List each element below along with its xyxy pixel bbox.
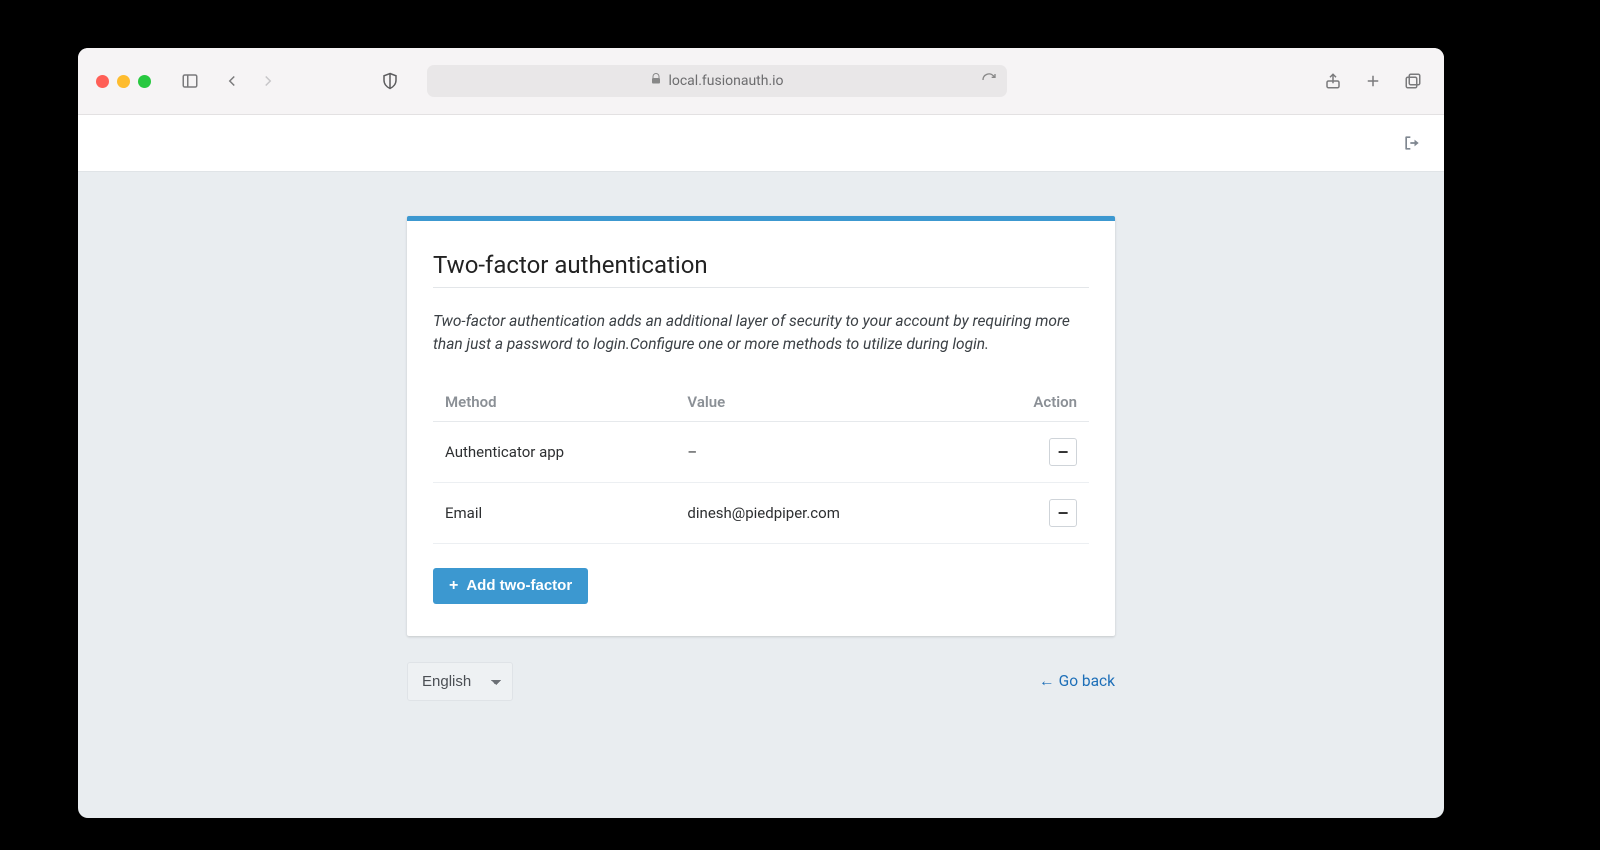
table-row: Email dinesh@piedpiper.com − <box>433 482 1089 543</box>
arrow-left-icon: ← <box>1039 672 1055 691</box>
app-header <box>78 115 1444 172</box>
page-content: Two-factor authentication Two-factor aut… <box>78 172 1444 701</box>
cell-method: Email <box>433 482 675 543</box>
page-description: Two-factor authentication adds an additi… <box>433 310 1089 357</box>
reload-icon[interactable] <box>981 72 997 92</box>
go-back-link[interactable]: ← Go back <box>1039 672 1115 691</box>
forward-button[interactable] <box>255 68 281 94</box>
tabs-overview-icon[interactable] <box>1400 68 1426 94</box>
go-back-label: Go back <box>1059 672 1115 690</box>
below-card-row: English ← Go back <box>407 662 1115 701</box>
minimize-window-button[interactable] <box>117 75 130 88</box>
remove-method-button[interactable]: − <box>1049 438 1077 466</box>
address-bar-text: local.fusionauth.io <box>668 73 783 89</box>
col-method: Method <box>433 383 675 422</box>
sidebar-toggle-icon[interactable] <box>177 68 203 94</box>
privacy-shield-icon[interactable] <box>377 68 403 94</box>
cell-value: dinesh@piedpiper.com <box>675 482 974 543</box>
methods-table: Method Value Action Authenticator app – … <box>433 383 1089 544</box>
address-bar[interactable]: local.fusionauth.io <box>427 65 1007 97</box>
zoom-window-button[interactable] <box>138 75 151 88</box>
toolbar-right-icons <box>1320 68 1426 94</box>
two-factor-card: Two-factor authentication Two-factor aut… <box>407 216 1115 636</box>
col-action: Action <box>974 383 1089 422</box>
cell-action: − <box>974 482 1089 543</box>
page-title: Two-factor authentication <box>433 251 1089 288</box>
cell-value: – <box>675 421 974 482</box>
browser-window: local.fusionauth.io Two-factor authent <box>78 48 1444 818</box>
cell-method: Authenticator app <box>433 421 675 482</box>
lock-icon <box>650 73 662 89</box>
table-header-row: Method Value Action <box>433 383 1089 422</box>
cell-action: − <box>974 421 1089 482</box>
minus-icon: − <box>1058 504 1069 522</box>
add-button-label: Add two-factor <box>466 577 572 594</box>
back-button[interactable] <box>219 68 245 94</box>
language-select[interactable]: English <box>407 662 513 701</box>
browser-toolbar: local.fusionauth.io <box>78 48 1444 115</box>
new-tab-icon[interactable] <box>1360 68 1386 94</box>
remove-method-button[interactable]: − <box>1049 499 1077 527</box>
close-window-button[interactable] <box>96 75 109 88</box>
logout-icon[interactable] <box>1402 133 1422 153</box>
col-value: Value <box>675 383 974 422</box>
share-icon[interactable] <box>1320 68 1346 94</box>
nav-arrows <box>219 68 281 94</box>
window-controls <box>96 75 151 88</box>
table-row: Authenticator app – − <box>433 421 1089 482</box>
plus-icon: + <box>449 577 458 595</box>
add-two-factor-button[interactable]: + Add two-factor <box>433 568 588 604</box>
minus-icon: − <box>1058 443 1069 461</box>
